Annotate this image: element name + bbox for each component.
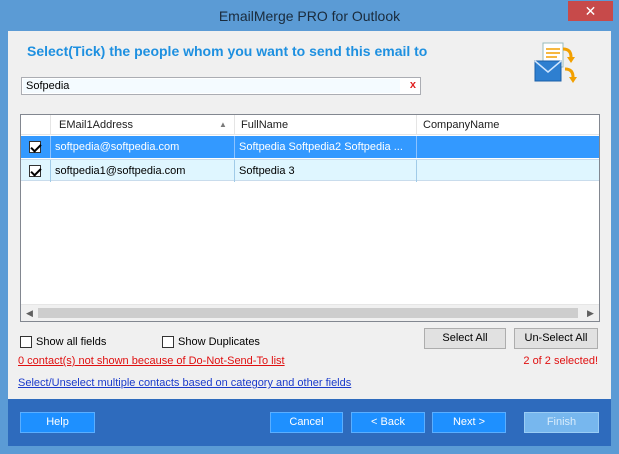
app-window: EmailMerge PRO for Outlook ✕ Select(Tick…: [0, 0, 619, 454]
row-checkbox[interactable]: [29, 165, 41, 177]
header-checkbox-column[interactable]: [21, 115, 51, 135]
cancel-button[interactable]: Cancel: [270, 412, 343, 433]
column-header-company[interactable]: CompanyName: [417, 115, 599, 135]
help-button[interactable]: Help: [20, 412, 95, 433]
table-row[interactable]: softpedia@softpedia.com Softpedia Softpe…: [21, 136, 599, 158]
scroll-thumb[interactable]: [38, 308, 578, 318]
window-title: EmailMerge PRO for Outlook: [218, 8, 401, 24]
cell-fullname: Softpedia Softpedia2 Softpedia ...: [235, 136, 417, 158]
column-header-fullname[interactable]: FullName: [235, 115, 417, 135]
search-box: x: [21, 77, 421, 95]
scroll-left-icon[interactable]: ◀: [21, 305, 38, 321]
contacts-grid: EMail1Address ▲ FullName CompanyName sof…: [20, 114, 600, 322]
title-bar[interactable]: EmailMerge PRO for Outlook ✕: [0, 0, 619, 31]
finish-button[interactable]: Finish: [524, 412, 599, 433]
cell-company: [417, 160, 599, 182]
wizard-footer: Help Cancel < Back Next > Finish: [8, 399, 611, 446]
dialog-body: Select(Tick) the people whom you want to…: [8, 31, 611, 446]
search-input[interactable]: [23, 79, 400, 93]
show-all-fields-checkbox[interactable]: [20, 336, 32, 349]
cell-fullname: Softpedia 3: [235, 160, 417, 182]
show-duplicates-checkbox[interactable]: [162, 336, 174, 349]
row-checkbox[interactable]: [29, 141, 41, 153]
grid-header: EMail1Address ▲ FullName CompanyName: [21, 115, 599, 135]
column-header-email[interactable]: EMail1Address: [51, 115, 235, 135]
next-button[interactable]: Next >: [432, 412, 506, 433]
unselect-all-button[interactable]: Un-Select All: [514, 328, 598, 349]
show-duplicates-label: Show Duplicates: [178, 336, 260, 348]
show-duplicates-option[interactable]: Show Duplicates: [162, 336, 260, 349]
select-all-button[interactable]: Select All: [424, 328, 506, 349]
show-all-fields-label: Show all fields: [36, 336, 107, 348]
horizontal-scrollbar[interactable]: ◀ ▶: [21, 304, 599, 321]
table-row[interactable]: softpedia1@softpedia.com Softpedia 3: [21, 159, 599, 182]
close-button[interactable]: ✕: [568, 1, 613, 21]
scroll-right-icon[interactable]: ▶: [582, 305, 599, 321]
row-checkbox-cell: [21, 160, 51, 182]
instruction-heading: Select(Tick) the people whom you want to…: [27, 43, 428, 59]
show-all-fields-option[interactable]: Show all fields: [20, 336, 107, 349]
selected-count: 2 of 2 selected!: [523, 355, 598, 367]
sort-ascending-icon: ▲: [219, 120, 227, 129]
clear-search-icon[interactable]: x: [410, 79, 416, 91]
cell-company: [417, 136, 599, 158]
back-button[interactable]: < Back: [351, 412, 425, 433]
cell-email: softpedia@softpedia.com: [51, 136, 235, 158]
category-select-link[interactable]: Select/Unselect multiple contacts based …: [18, 377, 351, 389]
email-merge-logo-icon: [534, 42, 577, 83]
row-checkbox-cell: [21, 136, 51, 158]
do-not-send-to-link[interactable]: 0 contact(s) not shown because of Do-Not…: [18, 355, 285, 367]
cell-email: softpedia1@softpedia.com: [51, 160, 235, 182]
